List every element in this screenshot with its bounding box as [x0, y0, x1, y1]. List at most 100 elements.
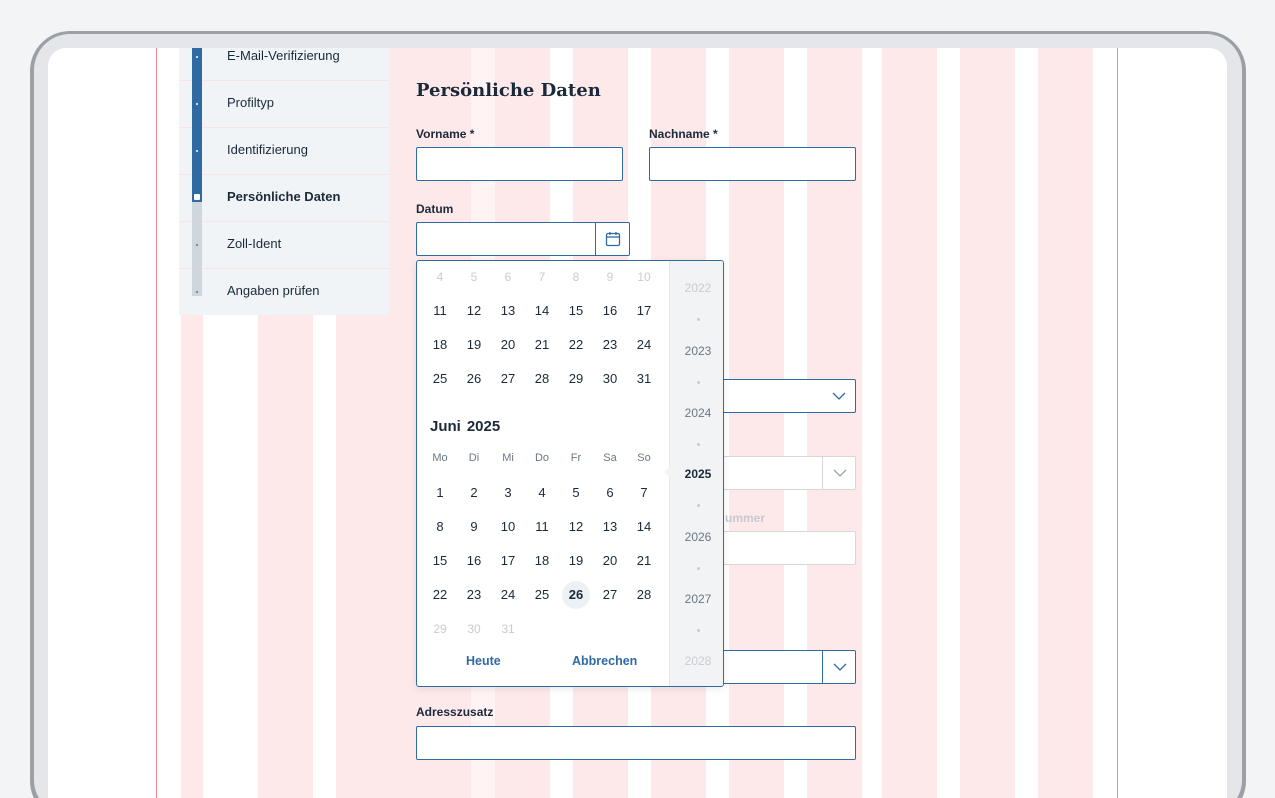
calendar-day[interactable]: 9: [459, 513, 489, 541]
calendar-day[interactable]: 25: [527, 581, 557, 609]
calendar-day[interactable]: 10: [493, 513, 523, 541]
calendar-day[interactable]: 14: [629, 513, 659, 541]
calendar-day[interactable]: 23: [459, 581, 489, 609]
calendar-day[interactable]: 17: [629, 297, 659, 325]
calendar-day[interactable]: 15: [561, 297, 591, 325]
stepper-sidebar: E-Mail-Verifizierung Profiltyp Identifiz…: [179, 48, 389, 315]
calendar-day[interactable]: 1: [425, 479, 455, 507]
calendar-day-today[interactable]: 26: [562, 581, 590, 609]
calendar-day[interactable]: 7: [629, 479, 659, 507]
calendar-day[interactable]: 29: [561, 365, 591, 393]
calendar-day[interactable]: 16: [595, 297, 625, 325]
month-title: Juni 2025: [430, 418, 506, 435]
step-email-verification[interactable]: E-Mail-Verifizierung: [179, 48, 389, 81]
calendar-day[interactable]: 28: [629, 581, 659, 609]
step-dot-icon: [196, 291, 198, 293]
calendar-day[interactable]: 19: [561, 547, 591, 575]
calendar-day[interactable]: 12: [561, 513, 591, 541]
calendar-day: 8: [572, 270, 580, 284]
step-dot-icon: [196, 56, 198, 58]
year-item[interactable]: 2026: [670, 530, 723, 544]
datum-label: Datum: [416, 202, 454, 216]
step-dot-icon: [196, 103, 198, 105]
calendar-day[interactable]: 28: [527, 365, 557, 393]
calendar-day[interactable]: 27: [493, 365, 523, 393]
select-toggle[interactable]: [822, 379, 856, 413]
calendar-day[interactable]: 13: [595, 513, 625, 541]
calendar-day[interactable]: 4: [527, 479, 557, 507]
cancel-button[interactable]: Abbrechen: [572, 654, 637, 668]
year-item[interactable]: 2027: [670, 592, 723, 606]
year-item[interactable]: 2024: [670, 406, 723, 420]
calendar-day[interactable]: 31: [629, 365, 659, 393]
vorname-label: Vorname *: [416, 127, 475, 141]
calendar-day[interactable]: 11: [527, 513, 557, 541]
calendar-day: 6: [504, 270, 512, 284]
year-item[interactable]: 2023: [670, 344, 723, 358]
calendar-day: 30: [467, 622, 481, 636]
calendar-day[interactable]: 5: [561, 479, 591, 507]
step-label: E-Mail-Verifizierung: [227, 48, 340, 63]
vorname-input[interactable]: [416, 147, 623, 181]
chevron-down-icon: [833, 663, 846, 671]
calendar-day[interactable]: 22: [561, 331, 591, 359]
calendar-day[interactable]: 21: [527, 331, 557, 359]
step-dot-icon: [196, 150, 198, 152]
select-toggle[interactable]: [822, 650, 856, 684]
calendar-day[interactable]: 20: [595, 547, 625, 575]
calendar-day[interactable]: 18: [527, 547, 557, 575]
adresszusatz-input[interactable]: [416, 726, 856, 760]
calendar-day[interactable]: 14: [527, 297, 557, 325]
year-item[interactable]: 2028: [670, 654, 723, 668]
calendar-day[interactable]: 2: [459, 479, 489, 507]
calendar-day: 10: [637, 270, 651, 284]
step-profile-type[interactable]: Profiltyp: [179, 81, 389, 128]
calendar-day[interactable]: 21: [629, 547, 659, 575]
calendar-day[interactable]: 30: [595, 365, 625, 393]
year-list[interactable]: 2022 2023 2024 2025 2026 2027 2028: [664, 261, 723, 686]
calendar-day[interactable]: 12: [459, 297, 489, 325]
calendar-day[interactable]: 25: [425, 365, 455, 393]
calendar-day[interactable]: 19: [459, 331, 489, 359]
step-identification[interactable]: Identifizierung: [179, 128, 389, 175]
year-separator-dot: [697, 629, 700, 632]
calendar-day[interactable]: 17: [493, 547, 523, 575]
calendar-day[interactable]: 16: [459, 547, 489, 575]
datum-input[interactable]: [416, 222, 630, 256]
calendar-day[interactable]: 13: [493, 297, 523, 325]
today-button[interactable]: Heute: [466, 654, 501, 668]
step-progress-bar-remaining: [192, 202, 202, 222]
step-label: Identifizierung: [227, 142, 308, 157]
weekday-label: Mi: [502, 452, 514, 464]
calendar-day: 5: [470, 270, 478, 284]
calendar-day[interactable]: 23: [595, 331, 625, 359]
month-name: Juni: [430, 418, 461, 435]
calendar-button[interactable]: [595, 222, 629, 256]
calendar-day[interactable]: 6: [595, 479, 625, 507]
calendar-day[interactable]: 3: [493, 479, 523, 507]
weekday-label: Mo: [432, 452, 448, 464]
nachname-input[interactable]: [649, 147, 856, 181]
calendar-day[interactable]: 24: [629, 331, 659, 359]
calendar-day[interactable]: 27: [595, 581, 625, 609]
step-customs-ident[interactable]: Zoll-Ident: [179, 222, 389, 269]
step-review[interactable]: Angaben prüfen: [179, 269, 389, 316]
calendar-day[interactable]: 11: [425, 297, 455, 325]
calendar-day[interactable]: 20: [493, 331, 523, 359]
calendar-day: 7: [538, 270, 546, 284]
calendar-day[interactable]: 26: [459, 365, 489, 393]
calendar-day[interactable]: 18: [425, 331, 455, 359]
screen: E-Mail-Verifizierung Profiltyp Identifiz…: [48, 48, 1227, 798]
year-item-selected[interactable]: 2025: [670, 467, 723, 481]
calendar-day[interactable]: 8: [425, 513, 455, 541]
calendar-day[interactable]: 24: [493, 581, 523, 609]
year-item[interactable]: 2022: [670, 281, 723, 295]
weekday-label: So: [637, 452, 651, 464]
calendar-day[interactable]: 15: [425, 547, 455, 575]
year-separator-dot: [697, 504, 700, 507]
number-label: ummer: [725, 511, 766, 525]
step-dot-icon: [196, 244, 198, 246]
calendar-day[interactable]: 22: [425, 581, 455, 609]
step-personal-data[interactable]: Persönliche Daten: [179, 175, 389, 222]
step-label: Persönliche Daten: [227, 189, 341, 204]
